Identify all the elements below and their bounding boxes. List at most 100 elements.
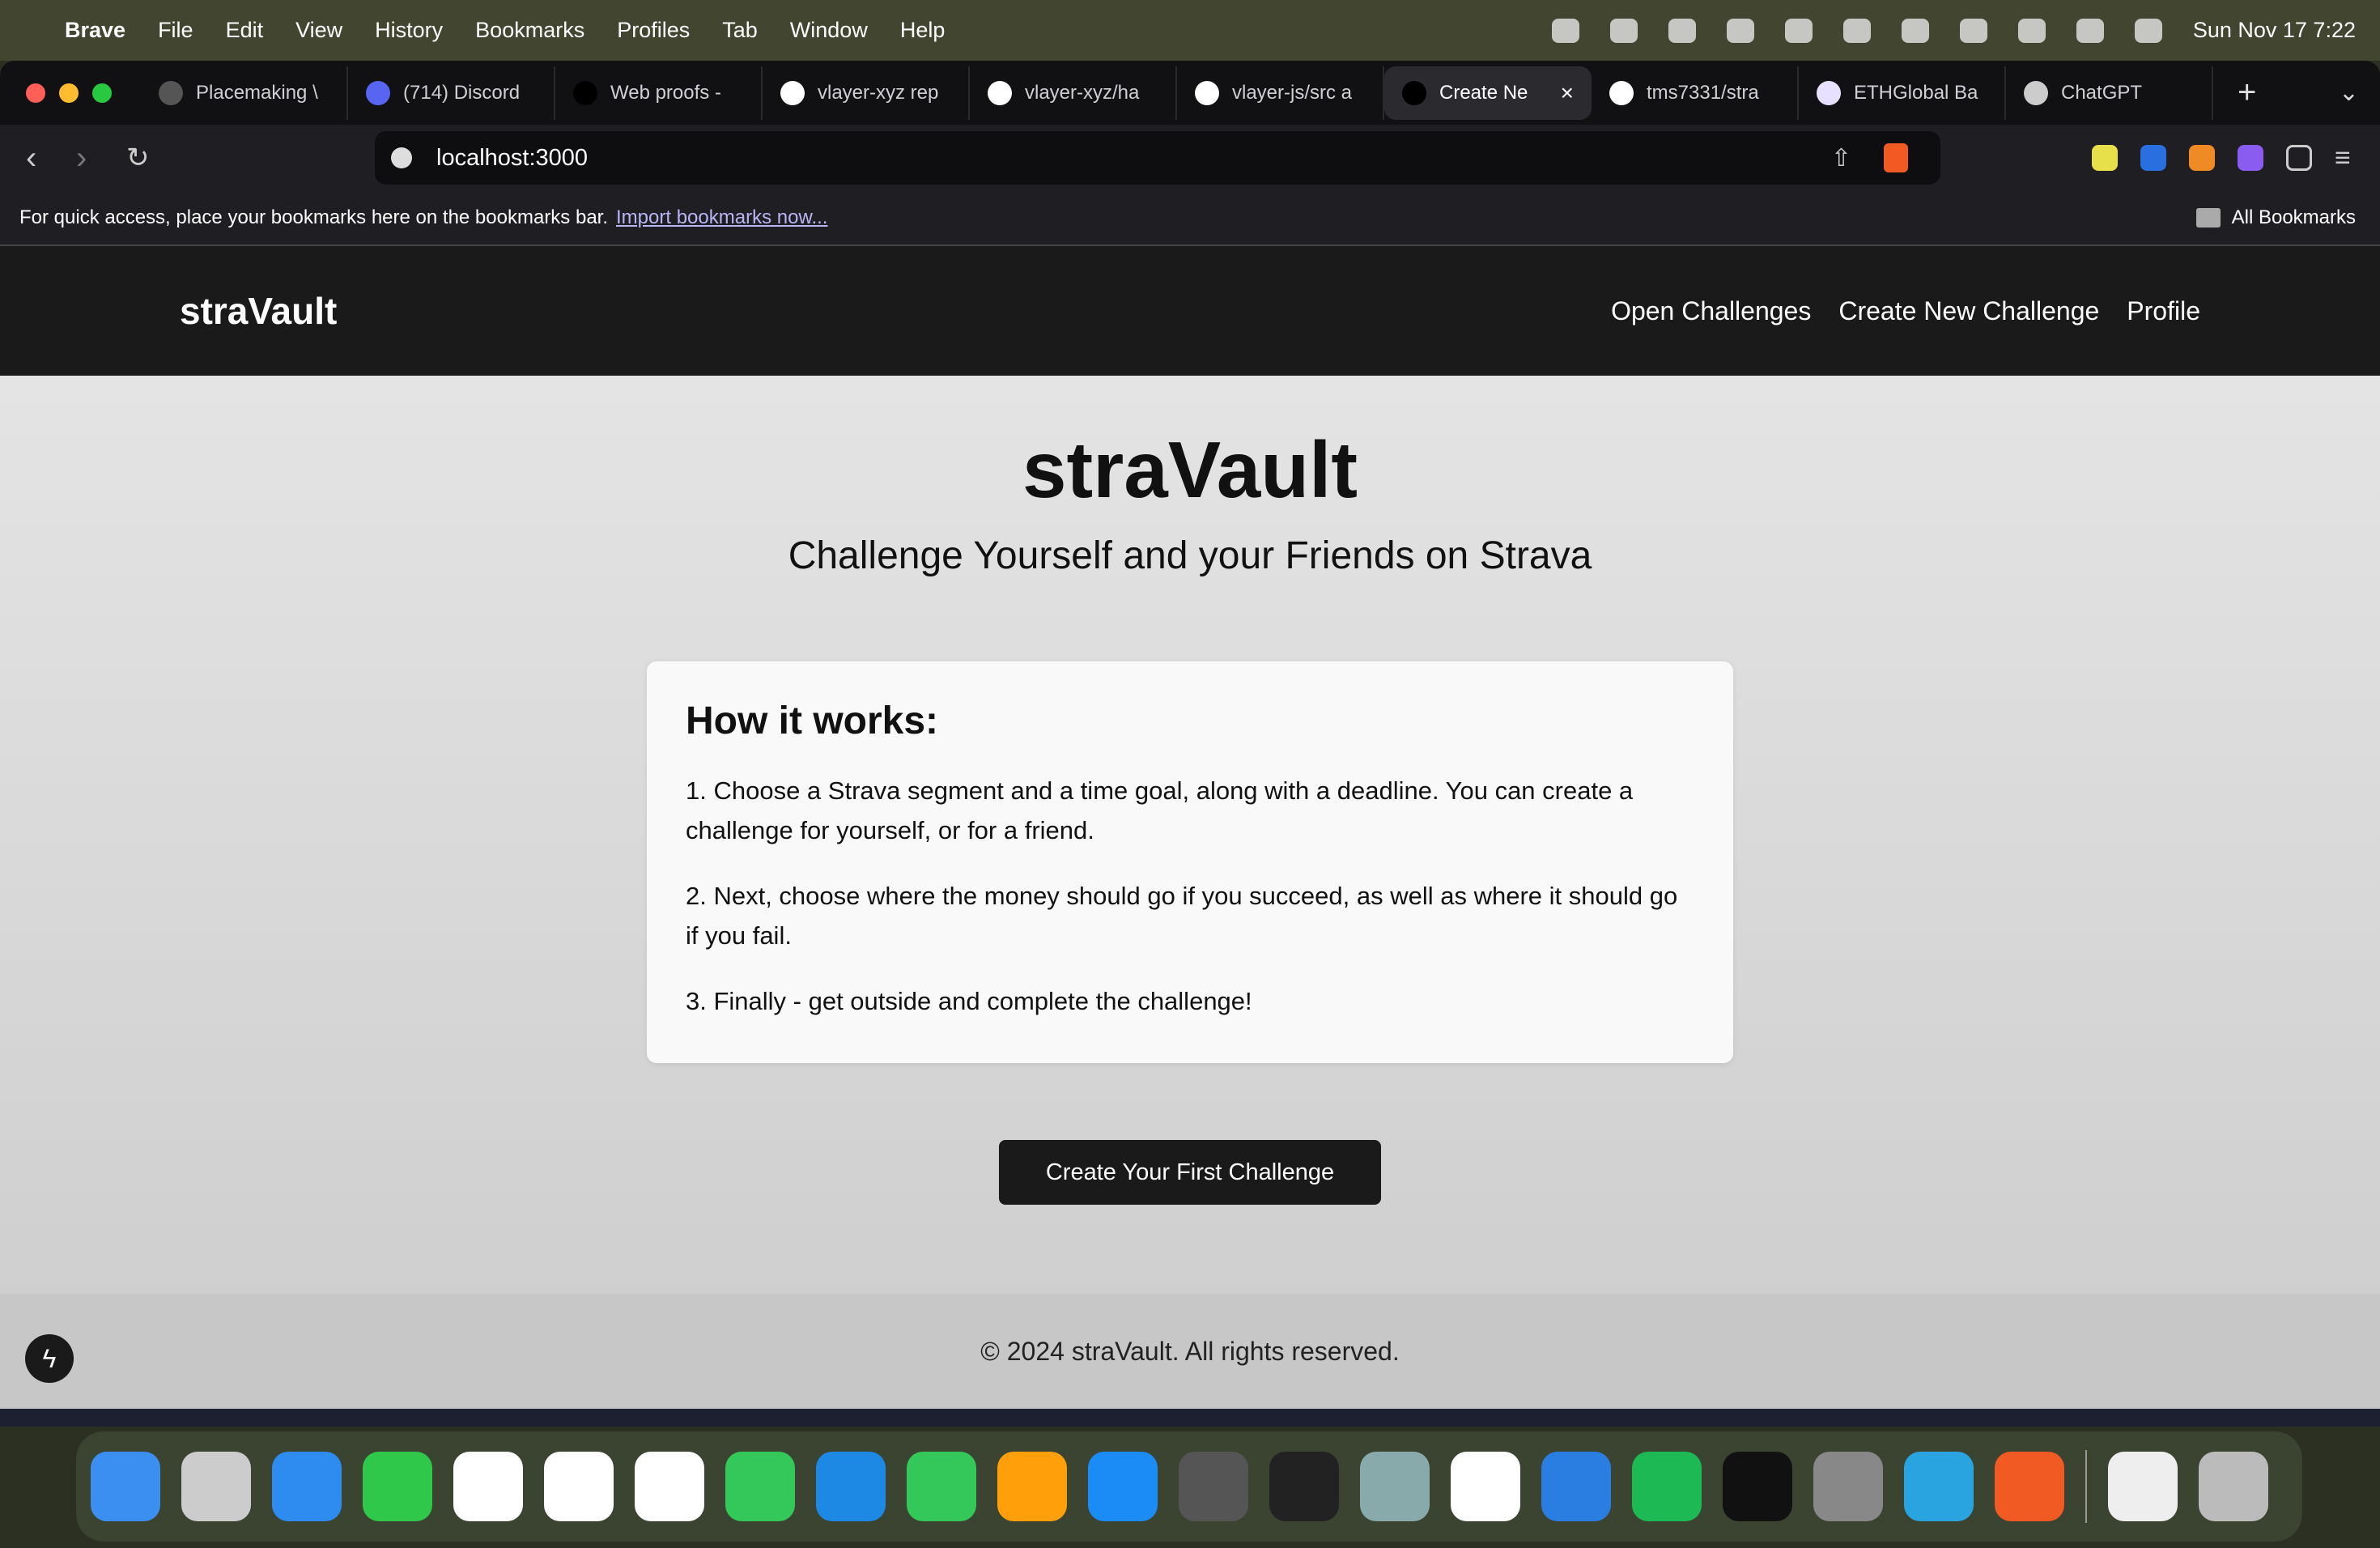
back-button[interactable]: ‹ xyxy=(26,140,50,176)
favicon-icon xyxy=(988,80,1012,105)
finder-icon[interactable] xyxy=(91,1452,160,1521)
minimize-window-button[interactable] xyxy=(59,83,79,103)
search-icon[interactable] xyxy=(2076,18,2104,43)
document-icon[interactable] xyxy=(2108,1452,2178,1521)
bolt-icon[interactable]: ϟ xyxy=(25,1334,74,1383)
messages-icon[interactable] xyxy=(725,1452,795,1521)
tab[interactable]: ChatGPT xyxy=(2006,66,2213,120)
arrows-icon[interactable] xyxy=(1609,18,1638,43)
new-tab-button[interactable]: + xyxy=(2238,74,2256,111)
tab[interactable]: ETHGlobal Ba xyxy=(1799,66,2006,120)
forward-button[interactable]: › xyxy=(76,140,100,176)
menu-edit[interactable]: Edit xyxy=(226,18,264,43)
hamburger-menu-icon[interactable]: ≡ xyxy=(2335,144,2361,172)
clock[interactable]: Sun Nov 17 7:22 xyxy=(2193,18,2356,43)
site-header: straVault Open Challenges Create New Cha… xyxy=(0,246,2380,376)
battery-icon[interactable] xyxy=(1959,18,1987,43)
menu-tab[interactable]: Tab xyxy=(722,18,758,43)
import-bookmarks-link[interactable]: Import bookmarks now... xyxy=(616,206,827,229)
freeform-icon[interactable] xyxy=(635,1452,704,1521)
brave-shields-icon[interactable] xyxy=(1884,143,1908,172)
menu-window[interactable]: Window xyxy=(790,18,868,43)
keynote-icon[interactable] xyxy=(816,1452,886,1521)
iphone-mirroring-icon[interactable] xyxy=(1179,1452,1248,1521)
system-settings-icon[interactable] xyxy=(1813,1452,1883,1521)
create-first-challenge-button[interactable]: Create Your First Challenge xyxy=(999,1140,1381,1205)
close-tab-icon[interactable]: × xyxy=(1561,80,1574,106)
site-logo[interactable]: straVault xyxy=(180,289,337,333)
tab[interactable]: vlayer-js/src a xyxy=(1177,66,1384,120)
menu-extra-icon[interactable] xyxy=(1668,18,1696,43)
extension-icon[interactable] xyxy=(2092,145,2118,171)
close-window-button[interactable] xyxy=(26,83,45,103)
pages-icon[interactable] xyxy=(997,1452,1067,1521)
nav-open-challenges[interactable]: Open Challenges xyxy=(1611,296,1811,326)
menu-view[interactable]: View xyxy=(295,18,342,43)
telegram-icon[interactable] xyxy=(1904,1452,1974,1521)
menu-help[interactable]: Help xyxy=(900,18,946,43)
favicon-icon xyxy=(573,80,597,105)
menu-profiles[interactable]: Profiles xyxy=(617,18,690,43)
how-it-works-card: How it works: 1. Choose a Strava segment… xyxy=(647,661,1733,1063)
favicon-icon xyxy=(159,80,183,105)
disk-icon[interactable] xyxy=(1784,18,1813,43)
metamask-icon[interactable] xyxy=(2189,145,2215,171)
trash-icon[interactable] xyxy=(2199,1452,2268,1521)
step-1: 1. Choose a Strava segment and a time go… xyxy=(686,776,1634,844)
nav-profile[interactable]: Profile xyxy=(2127,296,2200,326)
cursor-icon[interactable] xyxy=(1723,1452,1792,1521)
preview-icon[interactable] xyxy=(1360,1452,1430,1521)
favicon-icon xyxy=(1402,80,1426,105)
hero-subtitle: Challenge Yourself and your Friends on S… xyxy=(788,534,1592,577)
reminders-icon[interactable] xyxy=(544,1452,614,1521)
app-store-icon[interactable] xyxy=(1088,1452,1158,1521)
slack-icon[interactable] xyxy=(1451,1452,1520,1521)
tab[interactable]: vlayer-xyz/ha xyxy=(970,66,1177,120)
all-bookmarks-button[interactable]: All Bookmarks xyxy=(2195,206,2356,229)
share-icon[interactable]: ⇧ xyxy=(1831,144,1851,172)
tab-bar: Placemaking \ (714) Discord Web proofs - vl… xyxy=(0,61,2380,125)
wifi-icon[interactable] xyxy=(2017,18,2046,43)
site-info-icon[interactable] xyxy=(391,147,412,168)
tab-label: vlayer-xyz/ha xyxy=(1025,81,1140,104)
tab[interactable]: (714) Discord xyxy=(348,66,555,120)
menu-file[interactable]: File xyxy=(158,18,193,43)
step-3: 3. Finally - get outside and complete th… xyxy=(686,987,1252,1015)
terminal-icon[interactable] xyxy=(1269,1452,1339,1521)
tab-label: vlayer-xyz rep xyxy=(818,81,939,104)
play-icon[interactable] xyxy=(1901,18,1929,43)
notification-icon[interactable] xyxy=(1551,18,1579,43)
tab[interactable]: vlayer-xyz rep xyxy=(763,66,970,120)
step-2: 2. Next, choose where the money should g… xyxy=(686,882,1678,950)
tab[interactable]: tms7331/stra xyxy=(1592,66,1799,120)
extension-icon[interactable] xyxy=(2238,145,2263,171)
menu-app[interactable]: Brave xyxy=(65,18,125,43)
tab[interactable]: Web proofs - xyxy=(555,66,763,120)
mail-icon[interactable] xyxy=(272,1452,342,1521)
facetime-icon[interactable] xyxy=(363,1452,432,1521)
tab-list-chevron-icon[interactable]: ⌄ xyxy=(2339,79,2359,107)
tab-label: (714) Discord xyxy=(403,81,521,104)
main-content: straVault Challenge Yourself and your Fr… xyxy=(0,376,2380,1294)
vpn-icon[interactable] xyxy=(1541,1452,1611,1521)
launchpad-icon[interactable] xyxy=(181,1452,251,1521)
network-icon[interactable] xyxy=(1842,18,1871,43)
tab[interactable]: Create Ne × xyxy=(1384,66,1592,120)
brave-icon[interactable] xyxy=(1995,1452,2064,1521)
puzzle-icon[interactable] xyxy=(2286,145,2312,171)
zoom-window-button[interactable] xyxy=(92,83,112,103)
spotify-icon[interactable] xyxy=(1632,1452,1702,1521)
nav-create-challenge[interactable]: Create New Challenge xyxy=(1838,296,2099,326)
calendar-icon[interactable] xyxy=(453,1452,523,1521)
control-center-icon[interactable] xyxy=(2134,18,2162,43)
tab[interactable]: Placemaking \ xyxy=(141,66,348,120)
vpn-icon[interactable] xyxy=(1726,18,1754,43)
reload-button[interactable]: ↻ xyxy=(126,142,151,174)
menu-bookmarks[interactable]: Bookmarks xyxy=(475,18,584,43)
url-text[interactable]: localhost:3000 xyxy=(436,145,588,172)
bookmarks-hint: For quick access, place your bookmarks h… xyxy=(19,206,609,228)
numbers-icon[interactable] xyxy=(907,1452,976,1521)
menu-history[interactable]: History xyxy=(375,18,443,43)
extension-icon[interactable] xyxy=(2140,145,2166,171)
address-bar[interactable]: localhost:3000 ⇧ xyxy=(375,131,1940,185)
